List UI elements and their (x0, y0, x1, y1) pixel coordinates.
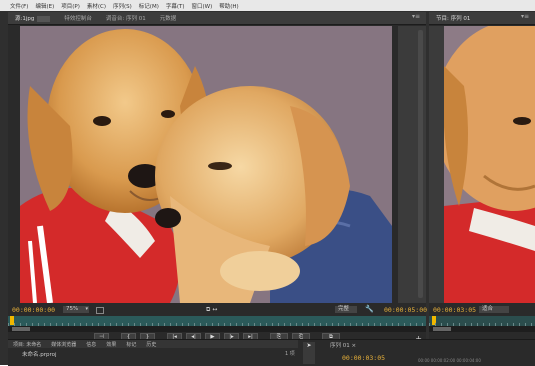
drag-video-icon[interactable]: ⧉ ↔ (206, 306, 217, 314)
program-panel-menu-icon[interactable]: ▾≡ (521, 13, 529, 20)
program-time-ruler[interactable] (429, 316, 535, 326)
program-info-row: 00:00:03:05 适合 (429, 305, 535, 315)
source-info-row: 00:00:00:00 75% ⧉ ↔ 完整 🔧 00:00:05:00 (8, 305, 428, 315)
tab-metadata[interactable]: 元数据 (153, 14, 184, 22)
program-tabs: 节目: 序列 01 ▾≡ (429, 12, 535, 25)
source-tabs: 源:1jpg 特效控制台 调音台: 序列 01 元数据 ▾≡ (8, 12, 426, 25)
menu-edit[interactable]: 编辑(E) (35, 2, 54, 10)
menu-window[interactable]: 窗口(W) (192, 2, 213, 10)
safe-margins-icon[interactable] (96, 307, 104, 314)
menu-help[interactable]: 帮助(H) (219, 2, 238, 10)
menu-clip[interactable]: 素材(C) (87, 2, 106, 10)
source-dropdown[interactable] (37, 15, 51, 22)
project-tabs: 项目: 未命名 媒体浏览器 信息 效果 标记 历史 (8, 340, 298, 348)
tab-media-browser[interactable]: 媒体浏览器 (46, 341, 81, 348)
program-puppies-image (444, 26, 535, 303)
menu-sequence[interactable]: 序列(S) (113, 2, 132, 10)
menu-title[interactable]: 字幕(T) (166, 2, 185, 10)
source-scrollbar[interactable] (398, 26, 426, 303)
selection-tool-icon[interactable]: ➤ (306, 342, 311, 349)
tab-source[interactable]: 源:1jpg (8, 14, 57, 22)
menu-bar: 文件(F) 编辑(E) 项目(P) 素材(C) 序列(S) 标记(M) 字幕(T… (0, 0, 535, 11)
tab-info[interactable]: 信息 (81, 341, 101, 348)
source-playhead-timecode[interactable]: 00:00:00:00 (12, 306, 55, 314)
tab-sequence[interactable]: 序列 01 × (330, 341, 356, 349)
tab-effects[interactable]: 效果 (101, 341, 121, 348)
premiere-window: 文件(F) 编辑(E) 项目(P) 素材(C) 序列(S) 标记(M) 字幕(T… (0, 0, 535, 366)
program-fit-select[interactable]: 适合 (479, 306, 509, 313)
puppies-image (20, 26, 392, 303)
resolution-select[interactable]: 完整 (335, 306, 357, 313)
zoom-select[interactable]: 75% (63, 306, 89, 313)
source-monitor-panel: 源:1jpg 特效控制台 调音台: 序列 01 元数据 ▾≡ 00:00:00:… (8, 12, 428, 343)
project-file-name: 未命名.prproj (22, 352, 57, 358)
sequence-timecode[interactable]: 00:00:03:05 (342, 354, 385, 362)
panel-menu-icon[interactable]: ▾≡ (412, 13, 420, 20)
zoom-scroll-knob[interactable] (12, 327, 30, 331)
tab-markers[interactable]: 标记 (121, 341, 141, 348)
program-zoom-bar[interactable] (429, 326, 535, 332)
bottom-panels: 项目: 未命名 媒体浏览器 信息 效果 标记 历史 未命名.prproj 1 项… (8, 339, 535, 366)
menu-project[interactable]: 项目(P) (61, 2, 80, 10)
menu-file[interactable]: 文件(F) (10, 2, 28, 10)
tab-audio-mixer[interactable]: 调音台: 序列 01 (99, 14, 153, 22)
tools-panel: ➤ (303, 342, 315, 364)
program-playhead-timecode[interactable]: 00:00:03:05 (433, 306, 476, 314)
tab-project[interactable]: 项目: 未命名 (8, 341, 46, 348)
program-video-frame (444, 26, 535, 303)
tab-history[interactable]: 历史 (141, 341, 161, 348)
tab-program[interactable]: 节目: 序列 01 (429, 14, 477, 22)
source-time-ruler[interactable] (8, 316, 426, 326)
settings-wrench-icon[interactable]: 🔧 (365, 305, 374, 313)
source-duration-timecode: 00:00:05:00 (384, 306, 428, 314)
program-monitor-panel: 节目: 序列 01 ▾≡ 00:00:03:05 适合 (429, 12, 535, 343)
sequence-ruler[interactable]: 00:00 00:00:02:00 00:00:04:00 (418, 358, 535, 363)
menu-marker[interactable]: 标记(M) (139, 2, 159, 10)
source-video-frame (20, 26, 392, 303)
project-item-count: 1 项 (285, 351, 295, 357)
tab-effect-controls[interactable]: 特效控制台 (57, 14, 99, 22)
